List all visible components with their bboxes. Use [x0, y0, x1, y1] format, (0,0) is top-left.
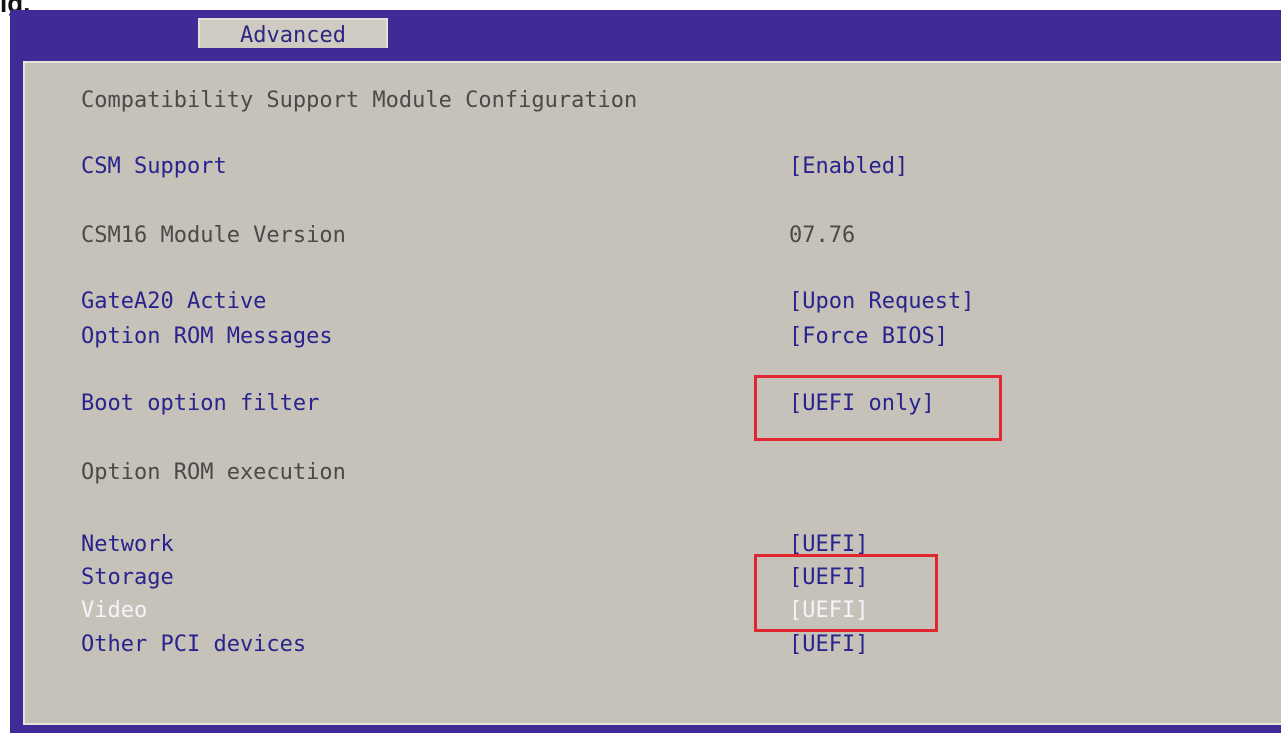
setting-gatea20-active[interactable]: GateA20 Active [Upon Request] [25, 289, 1265, 323]
tab-advanced[interactable]: Advanced [198, 18, 388, 50]
setting-label: Storage [81, 565, 174, 590]
settings-panel: Compatibility Support Module Configurati… [23, 61, 1281, 725]
option-rom-execution-heading: Option ROM execution [25, 460, 1265, 494]
setting-network[interactable]: Network [UEFI] [25, 532, 1265, 566]
setting-label: Network [81, 532, 174, 557]
setting-label: CSM Support [81, 154, 227, 179]
setting-value: 07.76 [789, 223, 856, 248]
setting-value[interactable]: [UEFI] [789, 632, 868, 657]
setting-label: Video [81, 598, 148, 623]
setting-option-rom-messages[interactable]: Option ROM Messages [Force BIOS] [25, 324, 1265, 358]
section-title-text: Compatibility Support Module Configurati… [81, 88, 638, 113]
setting-label: GateA20 Active [81, 289, 267, 314]
setting-other-pci-devices[interactable]: Other PCI devices [UEFI] [25, 632, 1265, 666]
setting-storage[interactable]: Storage [UEFI] [25, 565, 1265, 599]
setting-value[interactable]: [Force BIOS] [789, 324, 948, 349]
setting-value[interactable]: [Upon Request] [789, 289, 974, 314]
menu-bar: Advanced [10, 10, 1281, 50]
setting-boot-option-filter[interactable]: Boot option filter [UEFI only] [25, 391, 1265, 425]
setting-label: Option ROM execution [81, 460, 346, 485]
setting-csm-support[interactable]: CSM Support [Enabled] [25, 154, 1265, 188]
settings-frame: Compatibility Support Module Configurati… [10, 48, 1281, 733]
setting-video[interactable]: Video [UEFI] [25, 598, 1265, 632]
setting-value[interactable]: [Enabled] [789, 154, 908, 179]
setting-label: CSM16 Module Version [81, 223, 346, 248]
highlight-box-boot-filter [754, 375, 1002, 441]
setting-label: Option ROM Messages [81, 324, 333, 349]
setting-label: Boot option filter [81, 391, 320, 416]
setting-label: Other PCI devices [81, 632, 307, 657]
setting-csm16-module-version: CSM16 Module Version 07.76 [25, 223, 1265, 257]
highlight-box-storage-video [754, 554, 938, 632]
section-title: Compatibility Support Module Configurati… [25, 88, 1265, 122]
